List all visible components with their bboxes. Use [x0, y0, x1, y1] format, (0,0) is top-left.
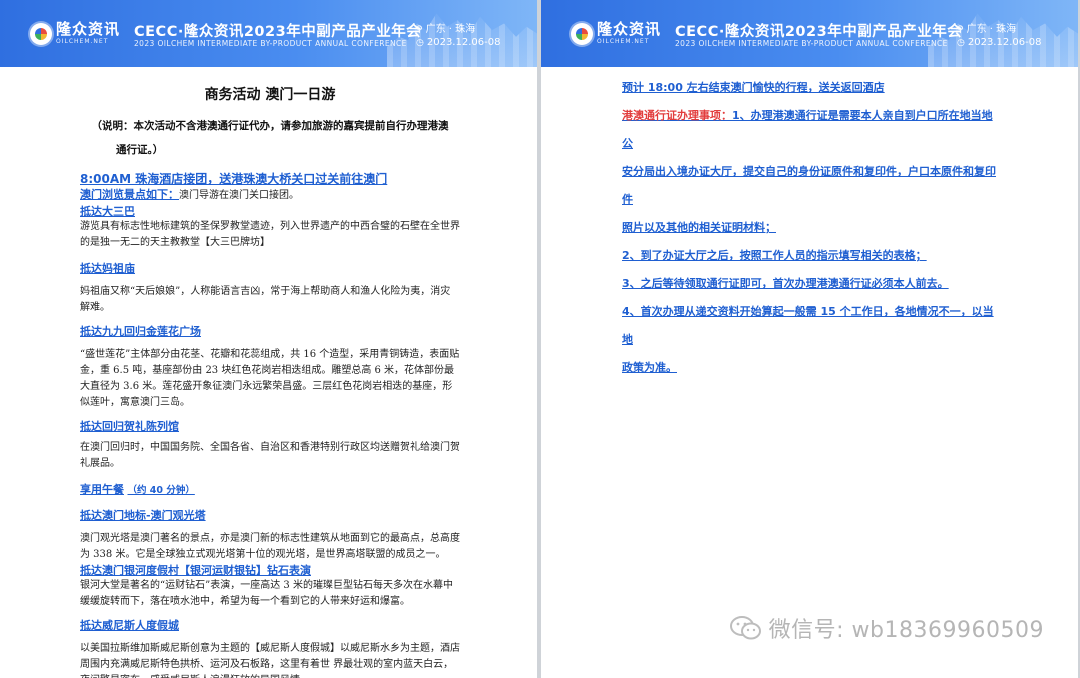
section-heading: 抵达回归贺礼陈列馆 [80, 420, 179, 433]
banner-location: ⚲ 广东 · 珠海 [957, 20, 1016, 35]
banner-subtitle: 2023 OILCHEM INTERMEDIATE BY-PRODUCT ANN… [675, 39, 948, 48]
permit-line: 3、之后等待领取通行证即可，首次办理港澳通行证必须本人前去。 [622, 277, 949, 290]
section-body: 游览具有标志性地标建筑的圣保罗教堂遗迹，列入世界遗产的中西合璧的石壁在全世界的是… [80, 221, 460, 248]
conference-banner: 隆众资讯 OILCHEM.NET CECC·隆众资讯2023年中副产品产业年会 … [541, 0, 1078, 67]
section-heading: 抵达威尼斯人度假城 [80, 619, 179, 632]
permit-line: 照片以及其他的相关证明材料； [622, 221, 776, 234]
permit-line: 港澳通行证办理事项：1、办理港澳通行证是需要本人亲自到户口所在地当地公 [622, 102, 1002, 158]
permit-line: 4、首次办理从递交资料开始算起一般需 15 个工作日，各地情况不一，以当地 [622, 305, 994, 346]
visa-note: （说明：本次活动不含港澳通行证代办，请参加旅游的嘉宾提前自行办理港澳 通行证。） [80, 114, 460, 162]
itinerary-label: 澳门浏览景点如下： [80, 188, 179, 201]
banner-location: ⚲ 广东 · 珠海 [416, 20, 475, 35]
wechat-icon [729, 616, 761, 640]
permit-label: 港澳通行证办理事项： [622, 109, 732, 122]
section-body: 妈祖庙又称“天后娘娘”，人称能语言吉凶，常于海上帮助商人和渔人化险为夷，消灾解难… [80, 286, 451, 313]
page-title: 商务活动 澳门一日游 [204, 87, 336, 103]
section-heading: 抵达大三巴 [80, 205, 135, 218]
section-body: “盛世莲花”主体部分由花茎、花瓣和花蕊组成，共 16 个造型，采用青铜铸造，表面… [80, 349, 460, 408]
lunch-duration: （约 40 分钟） [127, 485, 195, 496]
logo-en-text: OILCHEM.NET [56, 38, 109, 45]
date-text: 2023.12.06-08 [426, 37, 501, 48]
permit-line: 2、到了办证大厅之后，按照工作人员的指示填写相关的表格； [622, 249, 927, 262]
right-content: 预计 18:00 左右结束澳门愉快的行程，送关返回酒店 港澳通行证办理事项：1、… [622, 74, 1002, 382]
oilchem-logo: 隆众资讯 OILCHEM.NET [30, 22, 120, 45]
clock-icon: ◷ [957, 38, 965, 48]
section-heading: 享用午餐 [80, 483, 124, 496]
section-heading: 抵达澳门地标-澳门观光塔 [80, 509, 206, 522]
location-pin-icon: ⚲ [416, 25, 423, 35]
return-note: 预计 18:00 左右结束澳门愉快的行程，送关返回酒店 [622, 81, 885, 94]
section-body: 在澳门回归时，中国国务院、全国各省、自治区和香港特别行政区均送赠贺礼给澳门贺礼展… [80, 442, 460, 469]
banner-title: CECC·隆众资讯2023年中副产品产业年会 [675, 24, 963, 40]
visa-note-line1: （说明：本次活动不含港澳通行证代办，请参加旅游的嘉宾提前自行办理港澳 [91, 120, 449, 132]
lunch-heading-row: 享用午餐 （约 40 分钟） [80, 482, 460, 498]
itinerary-intro: 澳门浏览景点如下：澳门导游在澳门关口接团。 [80, 187, 460, 204]
clock-icon: ◷ [416, 38, 424, 48]
banner-date: ◷ 2023.12.06-08 [957, 37, 1041, 48]
right-page: 隆众资讯 OILCHEM.NET CECC·隆众资讯2023年中副产品产业年会 … [541, 0, 1078, 678]
wechat-watermark: 微信号: wb18369960509 [729, 612, 1044, 644]
left-page: 隆众资讯 OILCHEM.NET CECC·隆众资讯2023年中副产品产业年会 … [0, 0, 537, 678]
logo-en-text: OILCHEM.NET [597, 38, 650, 45]
logo-emblem-icon [30, 22, 52, 45]
banner-date: ◷ 2023.12.06-08 [416, 37, 500, 48]
permit-line: 政策为准。 [622, 361, 677, 374]
logo-cn-text: 隆众资讯 [56, 20, 121, 38]
section-heading: 抵达澳门银河度假村【银河运财银钻】钻石表演 [80, 564, 311, 577]
logo-emblem-icon [571, 22, 593, 45]
location-text: 广东 · 珠海 [966, 24, 1017, 35]
logo-cn-text: 隆众资讯 [597, 20, 662, 38]
intro-heading: 8:00AM 珠海酒店接团，送港珠澳大桥关口过关前往澳门 [80, 172, 388, 186]
banner-title: CECC·隆众资讯2023年中副产品产业年会 [134, 24, 422, 40]
location-text: 广东 · 珠海 [425, 24, 476, 35]
section-body: 以美国拉斯维加斯威尼斯创意为主题的【威尼斯人度假城】以威尼斯水乡为主题，酒店周围… [80, 643, 460, 678]
section-heading: 抵达九九回归金莲花广场 [80, 325, 201, 338]
itinerary-text: 澳门导游在澳门关口接团。 [179, 190, 299, 201]
section-heading: 抵达妈祖庙 [80, 262, 135, 275]
left-content: 商务活动 澳门一日游 （说明：本次活动不含港澳通行证代办，请参加旅游的嘉宾提前自… [80, 80, 460, 678]
oilchem-logo: 隆众资讯 OILCHEM.NET [571, 22, 661, 45]
banner-subtitle: 2023 OILCHEM INTERMEDIATE BY-PRODUCT ANN… [134, 39, 407, 48]
date-text: 2023.12.06-08 [967, 37, 1042, 48]
visa-note-line2: 通行证。） [116, 144, 164, 156]
section-body: 银河大堂是著名的“运财钻石”表演，一座高达 3 米的璀璨巨型钻石每天多次在水幕中… [80, 580, 453, 607]
section-body: 澳门观光塔是澳门著名的景点，亦是澳门新的标志性建筑从地面到它的最高点，总高度为 … [80, 533, 460, 560]
permit-line: 安分局出入境办证大厅，提交自己的身份证原件和复印件，户口本原件和复印件 [622, 165, 996, 206]
conference-banner: 隆众资讯 OILCHEM.NET CECC·隆众资讯2023年中副产品产业年会 … [0, 0, 537, 67]
location-pin-icon: ⚲ [957, 25, 964, 35]
watermark-text: 微信号: wb18369960509 [768, 618, 1044, 643]
